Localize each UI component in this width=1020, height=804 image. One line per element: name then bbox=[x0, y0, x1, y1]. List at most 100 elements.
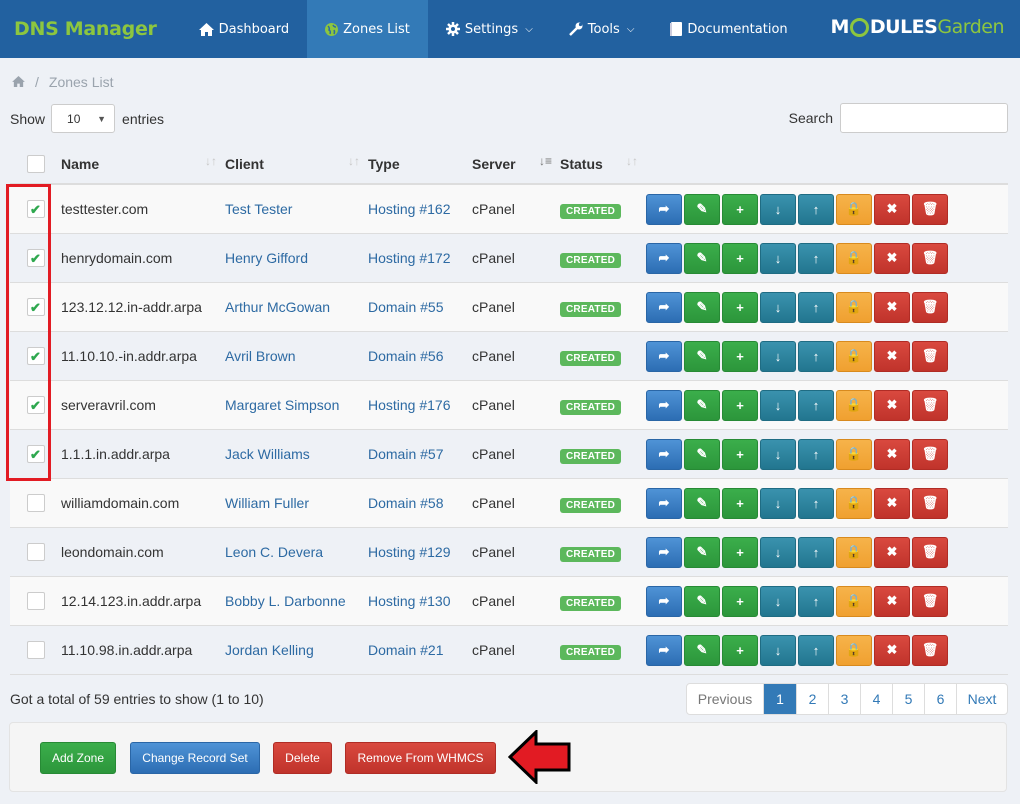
pencil-action-button[interactable]: ✎ bbox=[684, 389, 720, 421]
column-header-status[interactable]: Status ↓↑ bbox=[560, 154, 646, 174]
arrow-up-action-button[interactable]: ↑ bbox=[798, 291, 834, 323]
share-action-button[interactable]: ➦ bbox=[646, 536, 682, 568]
trash-action-button[interactable]: 🗑 bbox=[912, 487, 948, 519]
brand-title[interactable]: DNS Manager bbox=[0, 18, 181, 40]
nav-dashboard[interactable]: Dashboard bbox=[181, 0, 308, 58]
pencil-action-button[interactable]: ✎ bbox=[684, 291, 720, 323]
change-record-set-button[interactable]: Change Record Set bbox=[130, 742, 260, 774]
plus-action-button[interactable]: + bbox=[722, 242, 758, 274]
arrow-down-action-button[interactable]: ↓ bbox=[760, 536, 796, 568]
pagination-page-5[interactable]: 5 bbox=[892, 684, 924, 714]
trash-action-button[interactable]: 🗑 bbox=[912, 193, 948, 225]
lock-action-button[interactable]: 🔒 bbox=[836, 585, 872, 617]
lock-action-button[interactable]: 🔒 bbox=[836, 536, 872, 568]
lock-action-button[interactable]: 🔒 bbox=[836, 438, 872, 470]
pencil-action-button[interactable]: ✎ bbox=[684, 536, 720, 568]
delete-button[interactable]: Delete bbox=[273, 742, 332, 774]
client-link[interactable]: Bobby L. Darbonne bbox=[225, 593, 368, 609]
column-header-type[interactable]: Type bbox=[368, 154, 472, 174]
share-action-button[interactable]: ➦ bbox=[646, 193, 682, 225]
arrow-up-action-button[interactable]: ↑ bbox=[798, 242, 834, 274]
type-link[interactable]: Hosting #176 bbox=[368, 397, 472, 413]
trash-action-button[interactable]: 🗑 bbox=[912, 291, 948, 323]
close-action-button[interactable]: ✖ bbox=[874, 193, 910, 225]
type-link[interactable]: Domain #57 bbox=[368, 446, 472, 462]
pagination-page-6[interactable]: 6 bbox=[924, 684, 956, 714]
lock-action-button[interactable]: 🔒 bbox=[836, 340, 872, 372]
arrow-up-action-button[interactable]: ↑ bbox=[798, 438, 834, 470]
column-header-name[interactable]: Name ↓↑ bbox=[61, 154, 225, 174]
share-action-button[interactable]: ➦ bbox=[646, 585, 682, 617]
close-action-button[interactable]: ✖ bbox=[874, 487, 910, 519]
trash-action-button[interactable]: 🗑 bbox=[912, 340, 948, 372]
arrow-down-action-button[interactable]: ↓ bbox=[760, 634, 796, 666]
lock-action-button[interactable]: 🔒 bbox=[836, 487, 872, 519]
select-all-checkbox[interactable] bbox=[26, 154, 45, 173]
nav-zones-list[interactable]: Zones List bbox=[307, 0, 428, 58]
arrow-up-action-button[interactable]: ↑ bbox=[798, 536, 834, 568]
arrow-down-action-button[interactable]: ↓ bbox=[760, 389, 796, 421]
search-input[interactable] bbox=[840, 103, 1008, 133]
client-link[interactable]: Jordan Kelling bbox=[225, 642, 368, 658]
arrow-down-action-button[interactable]: ↓ bbox=[760, 193, 796, 225]
type-link[interactable]: Domain #56 bbox=[368, 348, 472, 364]
row-checkbox[interactable] bbox=[26, 494, 45, 512]
lock-action-button[interactable]: 🔒 bbox=[836, 634, 872, 666]
close-action-button[interactable]: ✖ bbox=[874, 340, 910, 372]
arrow-up-action-button[interactable]: ↑ bbox=[798, 585, 834, 617]
plus-action-button[interactable]: + bbox=[722, 193, 758, 225]
pencil-action-button[interactable]: ✎ bbox=[684, 487, 720, 519]
arrow-down-action-button[interactable]: ↓ bbox=[760, 438, 796, 470]
pagination-previous[interactable]: Previous bbox=[687, 684, 763, 714]
arrow-up-action-button[interactable]: ↑ bbox=[798, 487, 834, 519]
pagination-next[interactable]: Next bbox=[956, 684, 1007, 714]
row-checkbox[interactable] bbox=[26, 543, 45, 561]
row-checkbox[interactable]: ✔ bbox=[26, 396, 45, 414]
arrow-up-action-button[interactable]: ↑ bbox=[798, 193, 834, 225]
arrow-up-action-button[interactable]: ↑ bbox=[798, 340, 834, 372]
lock-action-button[interactable]: 🔒 bbox=[836, 291, 872, 323]
trash-action-button[interactable]: 🗑 bbox=[912, 536, 948, 568]
row-checkbox[interactable]: ✔ bbox=[26, 200, 45, 218]
pencil-action-button[interactable]: ✎ bbox=[684, 340, 720, 372]
type-link[interactable]: Domain #58 bbox=[368, 495, 472, 511]
nav-tools[interactable]: Tools ⌵ bbox=[551, 0, 653, 58]
close-action-button[interactable]: ✖ bbox=[874, 585, 910, 617]
close-action-button[interactable]: ✖ bbox=[874, 536, 910, 568]
pencil-action-button[interactable]: ✎ bbox=[684, 585, 720, 617]
share-action-button[interactable]: ➦ bbox=[646, 340, 682, 372]
trash-action-button[interactable]: 🗑 bbox=[912, 242, 948, 274]
client-link[interactable]: Jack Williams bbox=[225, 446, 368, 462]
pencil-action-button[interactable]: ✎ bbox=[684, 438, 720, 470]
pagination-page-2[interactable]: 2 bbox=[796, 684, 828, 714]
remove-from-whmcs-button[interactable]: Remove From WHMCS bbox=[345, 742, 496, 774]
pagination-page-1[interactable]: 1 bbox=[763, 684, 796, 714]
nav-settings[interactable]: Settings ⌵ bbox=[428, 0, 551, 58]
share-action-button[interactable]: ➦ bbox=[646, 291, 682, 323]
client-link[interactable]: Avril Brown bbox=[225, 348, 368, 364]
share-action-button[interactable]: ➦ bbox=[646, 634, 682, 666]
row-checkbox[interactable]: ✔ bbox=[26, 445, 45, 463]
client-link[interactable]: Margaret Simpson bbox=[225, 397, 368, 413]
column-header-client[interactable]: Client ↓↑ bbox=[225, 154, 368, 174]
pagination-page-4[interactable]: 4 bbox=[860, 684, 892, 714]
row-checkbox[interactable]: ✔ bbox=[26, 347, 45, 365]
share-action-button[interactable]: ➦ bbox=[646, 389, 682, 421]
pencil-action-button[interactable]: ✎ bbox=[684, 634, 720, 666]
type-link[interactable]: Hosting #162 bbox=[368, 201, 472, 217]
share-action-button[interactable]: ➦ bbox=[646, 438, 682, 470]
pagination-page-3[interactable]: 3 bbox=[828, 684, 860, 714]
close-action-button[interactable]: ✖ bbox=[874, 389, 910, 421]
page-size-select[interactable]: 10 ▼ bbox=[51, 104, 116, 133]
plus-action-button[interactable]: + bbox=[722, 585, 758, 617]
arrow-down-action-button[interactable]: ↓ bbox=[760, 291, 796, 323]
client-link[interactable]: Henry Gifford bbox=[225, 250, 368, 266]
share-action-button[interactable]: ➦ bbox=[646, 242, 682, 274]
arrow-down-action-button[interactable]: ↓ bbox=[760, 340, 796, 372]
row-checkbox[interactable]: ✔ bbox=[26, 249, 45, 267]
plus-action-button[interactable]: + bbox=[722, 438, 758, 470]
pencil-action-button[interactable]: ✎ bbox=[684, 242, 720, 274]
arrow-down-action-button[interactable]: ↓ bbox=[760, 487, 796, 519]
close-action-button[interactable]: ✖ bbox=[874, 438, 910, 470]
plus-action-button[interactable]: + bbox=[722, 536, 758, 568]
